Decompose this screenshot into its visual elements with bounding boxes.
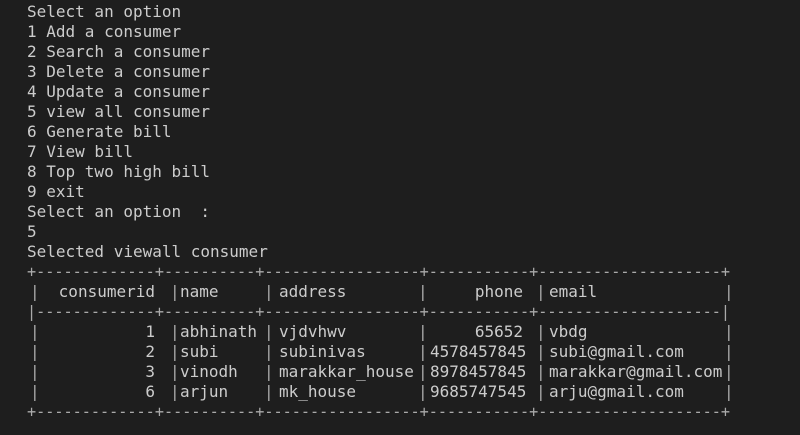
table-row-1-email: vbdg: [549, 322, 588, 341]
table-pipe: |: [264, 282, 274, 301]
table-pipe: |: [418, 362, 428, 381]
table-pipe: |: [724, 382, 734, 401]
table-pipe: |: [418, 342, 428, 361]
menu-header: Select an option: [27, 2, 182, 21]
table-pipe: |: [30, 342, 40, 361]
selection-message: Selected viewall consumer: [27, 242, 268, 261]
table-row-4-consumerid: 6: [145, 382, 155, 401]
table-pipe: |: [724, 322, 734, 341]
menu-item-add: 1 Add a consumer: [27, 22, 182, 41]
table-row-4-phone: 9685747545: [430, 382, 527, 401]
table-row-4-address: mk_house: [279, 382, 357, 401]
table-pipe: |: [724, 282, 734, 301]
table-border-bottom: +-------------+----------+--------------…: [27, 402, 730, 421]
table-pipe: |: [30, 362, 40, 381]
table-row-4-email: arju@gmail.com: [549, 382, 684, 401]
table-row-2-email: subi@gmail.com: [549, 342, 684, 361]
table-header-phone: phone: [474, 282, 523, 301]
table-row-1-phone: 65652: [474, 322, 523, 341]
table-pipe: |: [536, 362, 546, 381]
table-pipe: |: [536, 342, 546, 361]
menu-item-delete: 3 Delete a consumer: [27, 62, 211, 81]
table-row-4-name: arjun: [180, 382, 229, 401]
table-pipe: |: [30, 382, 40, 401]
table-row-3-consumerid: 3: [145, 362, 155, 381]
user-input: 5: [27, 222, 37, 241]
table-header-email: email: [549, 282, 598, 301]
table-row-3-email: marakkar@gmail.com: [549, 362, 723, 381]
table-row-1-consumerid: 1: [145, 322, 155, 341]
table-pipe: |: [264, 342, 274, 361]
table-pipe: |: [170, 342, 180, 361]
table-row-2-name: subi: [180, 342, 219, 361]
table-row-2-address: subinivas: [279, 342, 366, 361]
menu-item-generate-bill: 6 Generate bill: [27, 122, 172, 141]
menu-item-search: 2 Search a consumer: [27, 42, 211, 61]
table-pipe: |: [30, 282, 40, 301]
table-row-2-phone: 4578457845: [430, 342, 527, 361]
table-pipe: |: [170, 322, 180, 341]
table-pipe: |: [170, 362, 180, 381]
table-border-top: +-------------+----------+--------------…: [27, 262, 730, 281]
table-row-3-name: vinodh: [180, 362, 238, 381]
table-pipe: |: [418, 322, 428, 341]
table-pipe: |: [170, 282, 180, 301]
table-header-address: address: [279, 282, 347, 301]
menu-item-view-bill: 7 View bill: [27, 142, 133, 161]
table-pipe: |: [418, 382, 428, 401]
table-header-separator: |-------------+----------+--------------…: [27, 302, 730, 321]
table-pipe: |: [536, 322, 546, 341]
table-row-1-address: vjdvhwv: [279, 322, 347, 341]
table-row-3-address: marakkar_house: [279, 362, 414, 381]
table-pipe: |: [264, 322, 274, 341]
table-pipe: |: [724, 362, 734, 381]
table-pipe: |: [536, 282, 546, 301]
table-pipe: |: [418, 282, 428, 301]
table-pipe: |: [30, 322, 40, 341]
table-pipe: |: [724, 342, 734, 361]
table-row-3-phone: 8978457845: [430, 362, 527, 381]
menu-item-exit: 9 exit: [27, 182, 85, 201]
table-pipe: |: [170, 382, 180, 401]
table-pipe: |: [264, 382, 274, 401]
table-header-name: name: [180, 282, 219, 301]
menu-item-view-all: 5 view all consumer: [27, 102, 211, 121]
table-pipe: |: [536, 382, 546, 401]
menu-item-update: 4 Update a consumer: [27, 82, 211, 101]
table-row-1-name: abhinath: [180, 322, 258, 341]
terminal-output: Select an option 1 Add a consumer 2 Sear…: [0, 0, 800, 435]
table-header-consumerid: consumerid: [58, 282, 155, 301]
menu-item-top-two: 8 Top two high bill: [27, 162, 211, 181]
input-prompt: Select an option :: [27, 202, 211, 221]
table-pipe: |: [264, 362, 274, 381]
table-row-2-consumerid: 2: [145, 342, 155, 361]
